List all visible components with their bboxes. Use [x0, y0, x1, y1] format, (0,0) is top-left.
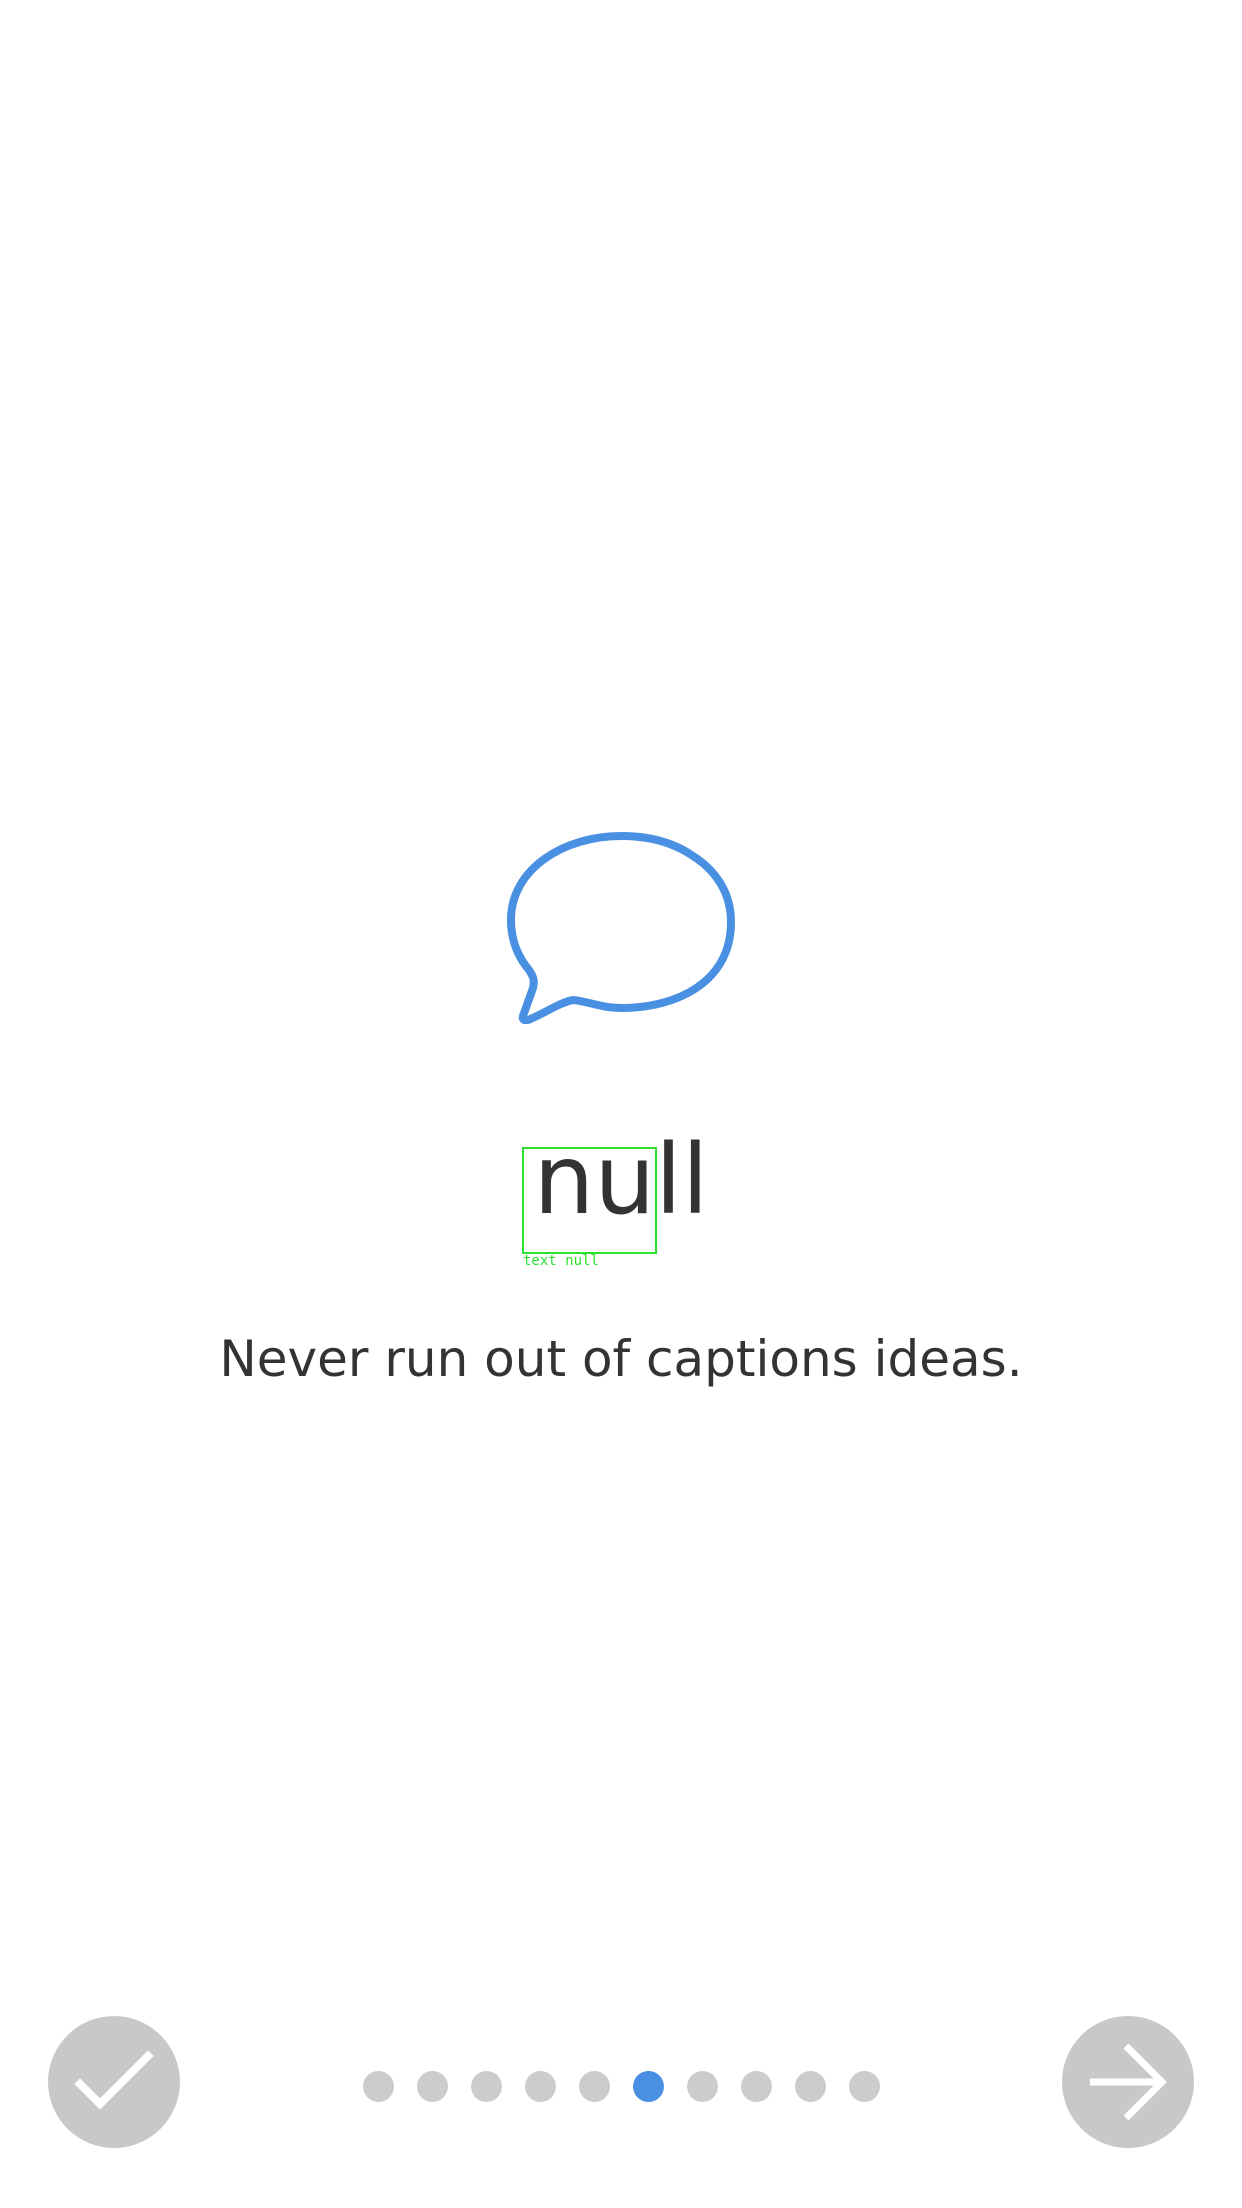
page-subtitle: Never run out of captions ideas. [219, 1330, 1023, 1388]
onboarding-screen: null text null Never run out of captions… [0, 0, 1242, 2208]
page-indicator [0, 2071, 1242, 2102]
chat-bubble-icon [507, 832, 735, 1024]
next-button[interactable] [1062, 2016, 1194, 2148]
arrow-right-icon [1090, 2043, 1167, 2121]
page-dot[interactable] [794, 2071, 826, 2102]
debug-label: text null [523, 1253, 599, 1269]
page-dot[interactable] [416, 2071, 448, 2102]
page-dot[interactable] [470, 2071, 502, 2102]
page-dot[interactable] [362, 2071, 394, 2102]
page-dot-active[interactable] [632, 2071, 664, 2102]
page-dot[interactable] [848, 2071, 880, 2102]
debug-bounding-box [522, 1147, 657, 1254]
page-dot[interactable] [524, 2071, 556, 2102]
page-dot[interactable] [578, 2071, 610, 2102]
page-dot[interactable] [740, 2071, 772, 2102]
page-dot[interactable] [686, 2071, 718, 2102]
